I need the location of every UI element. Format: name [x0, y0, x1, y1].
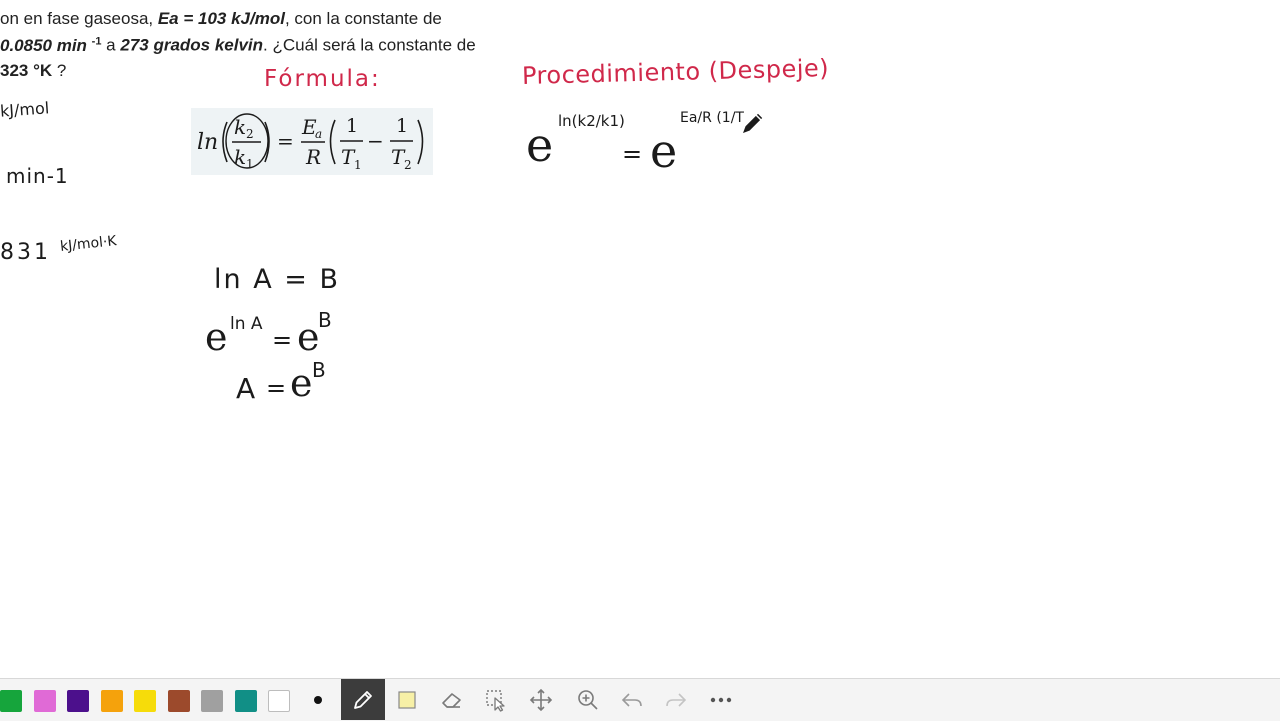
color-swatch-white[interactable]	[268, 690, 290, 712]
arrhenius-formula-image[interactable]: ln k 2 k 1 = E a R 1 T 1 − 1 T 2	[191, 108, 433, 175]
formula-heading: Fórmula:	[264, 66, 381, 92]
lasso-select-icon	[486, 690, 505, 712]
rule2-exponent: ln A	[230, 314, 263, 334]
proc-equals: =	[622, 140, 643, 168]
rule-ln-a-equals-b: ln A = B	[214, 264, 340, 295]
pen-icon	[354, 690, 372, 709]
formula-R: R	[305, 145, 321, 169]
procedure-heading: Procedimiento (Despeje)	[521, 53, 830, 91]
note-units-minutes: min-1	[6, 164, 69, 188]
problem-text: , con la constante de	[284, 9, 442, 28]
undo-icon	[621, 693, 642, 707]
formula-equals: =	[277, 129, 294, 153]
more-icon	[710, 697, 732, 703]
rate-constant-exponent: -1	[91, 35, 102, 47]
ink-canvas[interactable]: on en fase gaseosa, Ea = 103 kJ/mol, con…	[0, 0, 1280, 678]
undo-button[interactable]	[612, 680, 652, 720]
lasso-select-tool-button[interactable]	[476, 680, 516, 720]
temperature-1-value: 273 grados kelvin	[120, 35, 264, 55]
formula-paren	[329, 119, 336, 165]
highlighter-icon	[398, 691, 416, 709]
problem-line-2: 0.0850 min -1 a 273 grados kelvin. ¿Cuál…	[0, 35, 476, 56]
redo-icon	[666, 693, 687, 707]
problem-text: on en fase gaseosa,	[0, 9, 158, 28]
color-swatch-yellow[interactable]	[134, 690, 156, 712]
rate-constant-value: 0.0850 min	[0, 35, 92, 55]
rule3-e: e	[290, 361, 313, 405]
redo-button[interactable]	[656, 680, 696, 720]
eraser-tool-button[interactable]	[432, 680, 472, 720]
problem-line-3: 323 °K ?	[0, 61, 66, 81]
formula-k1: k	[234, 145, 246, 169]
color-swatch-green[interactable]	[0, 690, 22, 712]
zoom-tool-button[interactable]	[568, 680, 608, 720]
highlighter-tool-button[interactable]	[387, 680, 427, 720]
proc-e-right: e	[650, 124, 678, 178]
note-gas-constant: 831	[0, 240, 51, 265]
pen-size-dot-icon	[314, 696, 322, 704]
move-tool-button[interactable]	[521, 680, 561, 720]
formula-k1-sub: 1	[246, 157, 254, 171]
more-options-button[interactable]	[701, 680, 741, 720]
zoom-icon	[578, 690, 598, 710]
problem-text: a	[101, 35, 121, 55]
proc-exponent-right: Ea/R (1/T	[680, 110, 744, 126]
formula-Ea-sub: a	[315, 127, 322, 141]
temperature-2-value: 323 °K	[0, 61, 53, 80]
formula-minus: −	[367, 129, 384, 153]
formula-T2-sub: 2	[404, 158, 412, 172]
proc-e-left: e	[526, 118, 554, 172]
color-swatch-teal[interactable]	[235, 690, 257, 712]
rule3-a: A	[236, 372, 256, 405]
color-swatch-orange[interactable]	[101, 690, 123, 712]
rule3-equals: =	[266, 374, 287, 402]
rule2-e2: e	[297, 315, 320, 359]
problem-text: . ¿Cuál será la constante de	[263, 35, 476, 55]
note-gas-constant-units: kJ/mol·K	[59, 233, 118, 255]
activation-energy-value: Ea = 103 kJ/mol	[157, 9, 285, 28]
formula-one: 1	[396, 115, 408, 137]
problem-text: ?	[52, 61, 67, 80]
color-swatch-gray[interactable]	[201, 690, 223, 712]
formula-one: 1	[346, 115, 358, 137]
problem-line-1: on en fase gaseosa, Ea = 103 kJ/mol, con…	[0, 9, 442, 29]
formula-T1-sub: 1	[354, 158, 362, 172]
formula-ln: ln	[197, 130, 218, 155]
rule2-exponent-b: B	[318, 308, 332, 332]
formula-svg: ln k 2 k 1 = E a R 1 T 1 − 1 T 2	[197, 113, 424, 172]
note-units-energy: kJ/mol	[0, 98, 50, 121]
rule3-exponent-b: B	[312, 358, 326, 382]
color-swatch-brown[interactable]	[168, 690, 190, 712]
rule2-equals: =	[272, 326, 293, 354]
proc-exponent-left: ln(k2/k1)	[558, 112, 625, 130]
formula-paren	[417, 119, 424, 165]
color-swatch-pink[interactable]	[34, 690, 56, 712]
formula-k2-sub: 2	[246, 127, 254, 141]
rule2-e: e	[205, 315, 228, 359]
move-icon	[529, 688, 553, 712]
pen-cursor-icon	[740, 112, 764, 136]
eraser-icon	[442, 693, 461, 708]
pen-tool-button[interactable]	[341, 679, 385, 720]
color-swatch-purple[interactable]	[67, 690, 89, 712]
pen-size-button[interactable]	[298, 680, 338, 720]
